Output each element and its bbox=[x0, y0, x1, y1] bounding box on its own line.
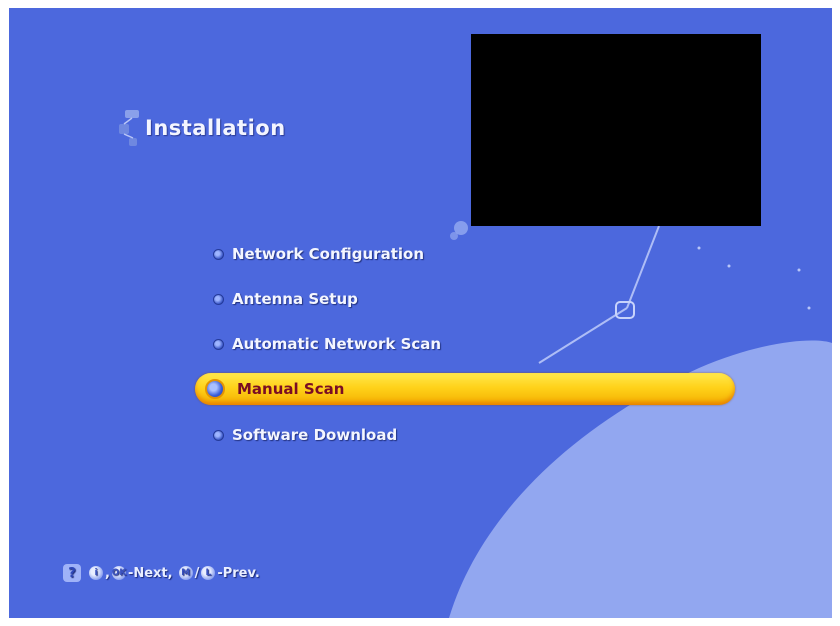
menu-item-automatic-network-scan[interactable]: Automatic Network Scan bbox=[213, 335, 441, 353]
menu-key-icon: M bbox=[178, 566, 193, 580]
tv-screen: Installation Network Configuration Anten… bbox=[9, 8, 832, 618]
menu-item-network-configuration[interactable]: Network Configuration bbox=[213, 245, 424, 263]
info-key-icon: i bbox=[89, 566, 103, 580]
menu-item-label: Antenna Setup bbox=[232, 290, 358, 308]
menu-item-antenna-setup[interactable]: Antenna Setup bbox=[213, 290, 358, 308]
bullet-icon bbox=[213, 293, 224, 305]
installation-menu: Network Configuration Antenna Setup Auto… bbox=[9, 8, 832, 618]
left-key-icon: L bbox=[201, 566, 216, 580]
help-bar: ? i , OK -Next, M / L -Prev. bbox=[63, 564, 260, 582]
prev-label: -Prev. bbox=[217, 565, 260, 581]
menu-item-label: Network Configuration bbox=[232, 245, 424, 263]
help-icon: ? bbox=[63, 564, 81, 582]
separator: / bbox=[194, 565, 200, 581]
bullet-icon bbox=[213, 248, 224, 260]
menu-item-label: Automatic Network Scan bbox=[232, 335, 442, 353]
bullet-icon bbox=[213, 338, 224, 350]
menu-item-label: Software Download bbox=[232, 426, 398, 444]
comma: , bbox=[105, 565, 110, 581]
bullet-icon bbox=[205, 379, 225, 399]
bullet-icon bbox=[213, 429, 224, 441]
menu-item-manual-scan[interactable]: Manual Scan bbox=[195, 373, 735, 405]
menu-item-label: Manual Scan bbox=[237, 380, 345, 398]
next-label: -Next, bbox=[127, 565, 173, 581]
ok-key-icon: OK bbox=[111, 566, 127, 580]
menu-item-software-download[interactable]: Software Download bbox=[213, 426, 397, 444]
